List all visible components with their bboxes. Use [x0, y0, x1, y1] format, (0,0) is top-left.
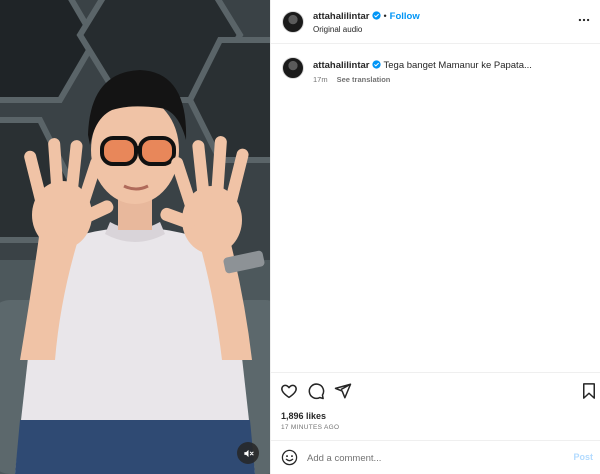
add-comment-bar: Post	[271, 440, 600, 474]
follow-button[interactable]: Follow	[390, 11, 420, 22]
caption-line: attahalilintar Tega banget Mamanur ke Pap…	[313, 60, 532, 71]
post-comment-button[interactable]: Post	[573, 452, 593, 462]
author-line: attahalilintar • Follow	[313, 11, 420, 22]
bookmark-icon[interactable]	[580, 382, 598, 400]
share-icon[interactable]	[334, 382, 352, 400]
caption-avatar[interactable]	[282, 57, 304, 79]
post-media[interactable]	[0, 0, 270, 474]
emoji-icon[interactable]	[281, 449, 298, 466]
like-count[interactable]: 1,896 likes	[281, 411, 326, 421]
comment-icon[interactable]	[307, 382, 325, 400]
verified-badge-icon	[371, 11, 381, 20]
caption-text: Tega banget Mamanur ke Papata...	[383, 60, 532, 71]
caption-time: 17m	[313, 75, 328, 84]
video-frame	[0, 0, 270, 474]
post-side-panel: attahalilintar • Follow Original audio att…	[270, 0, 600, 474]
mute-button[interactable]	[237, 442, 259, 464]
caption-meta: 17m See translation	[313, 75, 390, 84]
action-bar: 1,896 likes 17 MINUTES AGO	[271, 372, 600, 440]
verified-badge-icon	[371, 60, 381, 69]
see-translation-link[interactable]: See translation	[337, 75, 391, 84]
heart-icon[interactable]	[280, 382, 298, 400]
post-timestamp[interactable]: 17 MINUTES AGO	[281, 424, 339, 431]
audio-link[interactable]: Original audio	[313, 25, 362, 34]
mute-icon	[243, 449, 254, 457]
author-username[interactable]: attahalilintar	[313, 11, 370, 22]
comment-input[interactable]	[307, 450, 557, 466]
more-options-icon[interactable]	[577, 13, 591, 27]
comments-section[interactable]: attahalilintar Tega banget Mamanur ke Pap…	[271, 44, 600, 372]
post-header: attahalilintar • Follow Original audio	[271, 0, 600, 44]
caption-username[interactable]: attahalilintar	[313, 60, 370, 71]
separator-dot: •	[383, 11, 387, 21]
author-avatar[interactable]	[282, 11, 304, 33]
